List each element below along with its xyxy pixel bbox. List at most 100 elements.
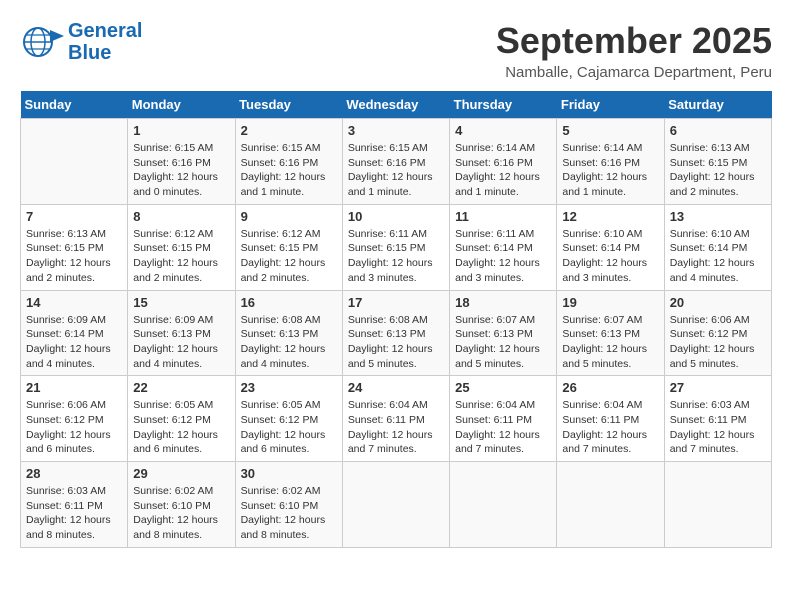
logo-text: General Blue [68, 20, 142, 64]
page-header: General Blue September 2025 Namballe, Ca… [20, 20, 772, 81]
day-number: 12 [562, 209, 658, 224]
calendar-cell: 11 Sunrise: 6:11 AMSunset: 6:14 PMDayligh… [450, 204, 557, 290]
day-info: Sunrise: 6:02 AMSunset: 6:10 PMDaylight:… [241, 484, 337, 543]
day-number: 3 [348, 123, 444, 138]
day-info: Sunrise: 6:04 AMSunset: 6:11 PMDaylight:… [348, 398, 444, 457]
day-info: Sunrise: 6:08 AMSunset: 6:13 PMDaylight:… [348, 313, 444, 372]
day-info: Sunrise: 6:02 AMSunset: 6:10 PMDaylight:… [133, 484, 229, 543]
calendar-cell: 5 Sunrise: 6:14 AMSunset: 6:16 PMDaylight… [557, 119, 664, 205]
calendar-cell: 19Sunrise: 6:07 AMSunset: 6:13 PMDayligh… [557, 290, 664, 376]
calendar-cell: 14 Sunrise: 6:09 AMSunset: 6:14 PMDayligh… [21, 290, 128, 376]
day-number: 27 [670, 380, 766, 395]
logo: General Blue [20, 20, 142, 64]
calendar-cell: 6 Sunrise: 6:13 AMSunset: 6:15 PMDaylight… [664, 119, 771, 205]
calendar-cell: 12 Sunrise: 6:10 AMSunset: 6:14 PMDayligh… [557, 204, 664, 290]
day-number: 18 [455, 295, 551, 310]
calendar-cell: 16 Sunrise: 6:08 AMSunset: 6:13 PMDayligh… [235, 290, 342, 376]
day-number: 25 [455, 380, 551, 395]
day-number: 26 [562, 380, 658, 395]
day-number: 16 [241, 295, 337, 310]
calendar-cell: 26 Sunrise: 6:04 AMSunset: 6:11 PMDayligh… [557, 376, 664, 462]
day-info: Sunrise: 6:13 AMSunset: 6:15 PMDaylight:… [670, 141, 766, 200]
calendar-cell: 4 Sunrise: 6:14 AMSunset: 6:16 PMDaylight… [450, 119, 557, 205]
calendar-cell: 8 Sunrise: 6:12 AMSunset: 6:15 PMDaylight… [128, 204, 235, 290]
col-sunday: Sunday [21, 91, 128, 119]
day-info: Sunrise: 6:12 AMSunset: 6:15 PMDaylight:… [241, 227, 337, 286]
day-info: Sunrise: 6:14 AMSunset: 6:16 PMDaylight:… [562, 141, 658, 200]
day-info: Sunrise: 6:04 AMSunset: 6:11 PMDaylight:… [562, 398, 658, 457]
day-number: 4 [455, 123, 551, 138]
col-monday: Monday [128, 91, 235, 119]
day-info: Sunrise: 6:07 AMSunset: 6:13 PMDaylight:… [455, 313, 551, 372]
day-number: 19 [562, 295, 658, 310]
day-number: 2 [241, 123, 337, 138]
day-info: Sunrise: 6:05 AMSunset: 6:12 PMDaylight:… [241, 398, 337, 457]
day-info: Sunrise: 6:12 AMSunset: 6:15 PMDaylight:… [133, 227, 229, 286]
day-number: 24 [348, 380, 444, 395]
calendar-cell [557, 462, 664, 548]
col-saturday: Saturday [664, 91, 771, 119]
day-info: Sunrise: 6:11 AMSunset: 6:14 PMDaylight:… [455, 227, 551, 286]
day-number: 15 [133, 295, 229, 310]
calendar-cell: 1 Sunrise: 6:15 AMSunset: 6:16 PMDaylight… [128, 119, 235, 205]
day-info: Sunrise: 6:09 AMSunset: 6:13 PMDaylight:… [133, 313, 229, 372]
calendar-cell: 2 Sunrise: 6:15 AMSunset: 6:16 PMDaylight… [235, 119, 342, 205]
calendar-cell: 9Sunrise: 6:12 AMSunset: 6:15 PMDaylight… [235, 204, 342, 290]
day-info: Sunrise: 6:05 AMSunset: 6:12 PMDaylight:… [133, 398, 229, 457]
day-info: Sunrise: 6:09 AMSunset: 6:14 PMDaylight:… [26, 313, 122, 372]
day-number: 20 [670, 295, 766, 310]
day-number: 29 [133, 466, 229, 481]
day-number: 28 [26, 466, 122, 481]
day-number: 13 [670, 209, 766, 224]
day-info: Sunrise: 6:14 AMSunset: 6:16 PMDaylight:… [455, 141, 551, 200]
calendar-cell: 10Sunrise: 6:11 AMSunset: 6:15 PMDayligh… [342, 204, 449, 290]
calendar-table: Sunday Monday Tuesday Wednesday Thursday… [20, 91, 772, 548]
day-info: Sunrise: 6:15 AMSunset: 6:16 PMDaylight:… [133, 141, 229, 200]
day-number: 11 [455, 209, 551, 224]
calendar-cell: 24 Sunrise: 6:04 AMSunset: 6:11 PMDayligh… [342, 376, 449, 462]
col-friday: Friday [557, 91, 664, 119]
title-block: September 2025 Namballe, Cajamarca Depar… [496, 20, 772, 81]
day-info: Sunrise: 6:06 AMSunset: 6:12 PMDaylight:… [26, 398, 122, 457]
col-tuesday: Tuesday [235, 91, 342, 119]
logo-icon [20, 22, 64, 62]
day-number: 1 [133, 123, 229, 138]
day-number: 7 [26, 209, 122, 224]
calendar-week-row: 14 Sunrise: 6:09 AMSunset: 6:14 PMDayligh… [21, 290, 772, 376]
calendar-cell: 7Sunrise: 6:13 AMSunset: 6:15 PMDaylight… [21, 204, 128, 290]
calendar-cell: 18 Sunrise: 6:07 AMSunset: 6:13 PMDayligh… [450, 290, 557, 376]
day-number: 30 [241, 466, 337, 481]
day-info: Sunrise: 6:06 AMSunset: 6:12 PMDaylight:… [670, 313, 766, 372]
calendar-cell [450, 462, 557, 548]
day-number: 22 [133, 380, 229, 395]
day-number: 14 [26, 295, 122, 310]
calendar-cell: 13 Sunrise: 6:10 AMSunset: 6:14 PMDayligh… [664, 204, 771, 290]
calendar-cell [21, 119, 128, 205]
calendar-cell [342, 462, 449, 548]
calendar-week-row: 28Sunrise: 6:03 AMSunset: 6:11 PMDayligh… [21, 462, 772, 548]
calendar-cell: 21 Sunrise: 6:06 AMSunset: 6:12 PMDayligh… [21, 376, 128, 462]
calendar-week-row: 1 Sunrise: 6:15 AMSunset: 6:16 PMDaylight… [21, 119, 772, 205]
calendar-cell: 15 Sunrise: 6:09 AMSunset: 6:13 PMDayligh… [128, 290, 235, 376]
calendar-cell: 3 Sunrise: 6:15 AMSunset: 6:16 PMDaylight… [342, 119, 449, 205]
day-info: Sunrise: 6:10 AMSunset: 6:14 PMDaylight:… [562, 227, 658, 286]
calendar-cell: 22 Sunrise: 6:05 AMSunset: 6:12 PMDayligh… [128, 376, 235, 462]
day-info: Sunrise: 6:03 AMSunset: 6:11 PMDaylight:… [670, 398, 766, 457]
day-number: 17 [348, 295, 444, 310]
day-number: 6 [670, 123, 766, 138]
day-info: Sunrise: 6:10 AMSunset: 6:14 PMDaylight:… [670, 227, 766, 286]
month-title: September 2025 [496, 20, 772, 62]
day-number: 21 [26, 380, 122, 395]
calendar-cell: 29 Sunrise: 6:02 AMSunset: 6:10 PMDayligh… [128, 462, 235, 548]
calendar-cell: 23Sunrise: 6:05 AMSunset: 6:12 PMDayligh… [235, 376, 342, 462]
day-info: Sunrise: 6:15 AMSunset: 6:16 PMDaylight:… [241, 141, 337, 200]
calendar-cell [664, 462, 771, 548]
day-info: Sunrise: 6:04 AMSunset: 6:11 PMDaylight:… [455, 398, 551, 457]
col-thursday: Thursday [450, 91, 557, 119]
col-wednesday: Wednesday [342, 91, 449, 119]
day-number: 5 [562, 123, 658, 138]
calendar-cell: 25 Sunrise: 6:04 AMSunset: 6:11 PMDayligh… [450, 376, 557, 462]
day-info: Sunrise: 6:15 AMSunset: 6:16 PMDaylight:… [348, 141, 444, 200]
day-info: Sunrise: 6:08 AMSunset: 6:13 PMDaylight:… [241, 313, 337, 372]
day-number: 8 [133, 209, 229, 224]
